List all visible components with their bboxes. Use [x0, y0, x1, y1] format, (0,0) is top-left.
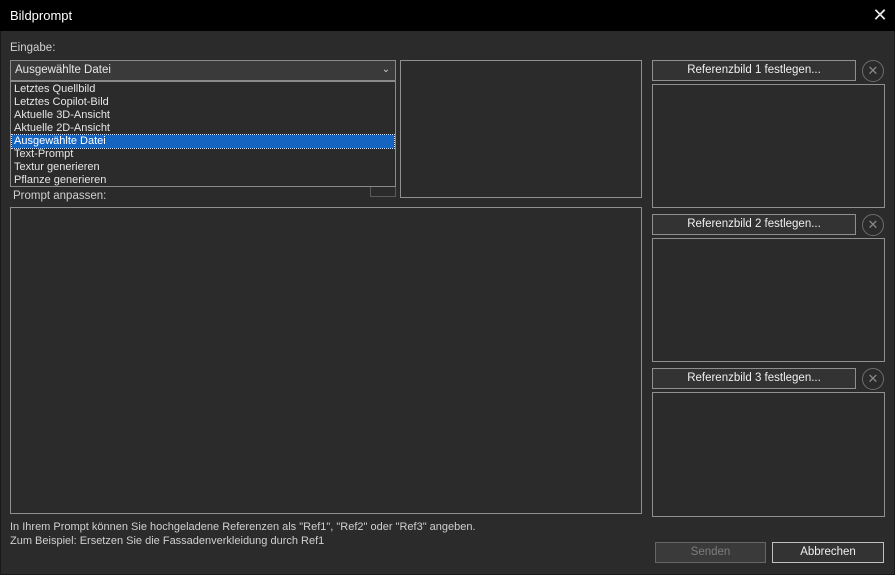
prompt-textarea[interactable] [10, 207, 642, 514]
input-preview [400, 60, 642, 198]
dropdown-option-pflanze-generieren[interactable]: Pflanze generieren [12, 174, 394, 187]
dropdown-option-letztes-copilot-bild[interactable]: Letztes Copilot-Bild [12, 96, 394, 109]
close-icon[interactable]: ✕ [866, 2, 894, 29]
input-label: Eingabe: [10, 42, 56, 54]
set-reference-2-button[interactable]: Referenzbild 2 festlegen... [652, 214, 856, 235]
chevron-down-icon[interactable]: ⌄ [379, 63, 393, 77]
title-bar [0, 0, 895, 31]
hint-line-1: In Ihrem Prompt können Sie hochgeladene … [10, 521, 476, 533]
dropdown-option-letztes-quellbild[interactable]: Letztes Quellbild [12, 83, 394, 96]
dropdown-option-aktuelle-2d-ansicht[interactable]: Aktuelle 2D-Ansicht [12, 122, 394, 135]
window-title: Bildprompt [10, 8, 73, 23]
hidden-button-edge [370, 187, 396, 197]
clear-reference-3-icon[interactable]: ✕ [862, 368, 884, 390]
dropdown-option-text-prompt[interactable]: Text-Prompt [12, 148, 394, 161]
set-reference-3-button[interactable]: Referenzbild 3 festlegen... [652, 368, 856, 389]
dropdown-option-ausgewaehlte-datei[interactable]: Ausgewählte Datei [11, 134, 395, 149]
reference-2-preview [652, 238, 885, 362]
send-button[interactable]: Senden [655, 542, 766, 563]
clear-reference-2-icon[interactable]: ✕ [862, 214, 884, 236]
prompt-label: Prompt anpassen: [13, 190, 107, 202]
input-source-select[interactable]: Ausgewählte Datei [10, 60, 396, 81]
clear-reference-1-icon[interactable]: ✕ [862, 60, 884, 82]
input-source-value: Ausgewählte Datei [15, 64, 111, 76]
reference-3-preview [652, 392, 885, 517]
dropdown-option-aktuelle-3d-ansicht[interactable]: Aktuelle 3D-Ansicht [12, 109, 394, 122]
hint-line-2: Zum Beispiel: Ersetzen Sie die Fassadenv… [10, 535, 325, 547]
reference-1-preview [652, 84, 885, 208]
dropdown-option-textur-generieren[interactable]: Textur generieren [12, 161, 394, 174]
cancel-button[interactable]: Abbrechen [772, 542, 884, 563]
input-source-dropdown: Letztes Quellbild Letztes Copilot-Bild A… [10, 81, 396, 187]
set-reference-1-button[interactable]: Referenzbild 1 festlegen... [652, 60, 856, 81]
